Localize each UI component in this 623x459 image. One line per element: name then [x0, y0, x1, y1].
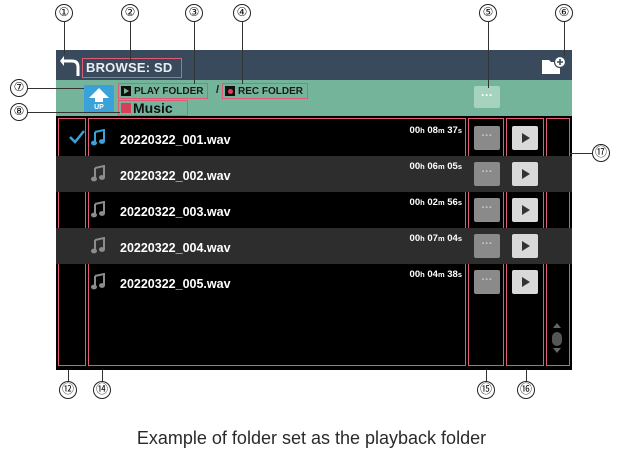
new-folder-icon[interactable] — [540, 55, 566, 77]
play-folder-tag: PLAY FOLDER — [118, 83, 209, 99]
browse-screen: BROWSE: SD UP PLAY FOLDER / REC FOLDER M… — [56, 50, 572, 370]
file-duration: 00h 06m 05s — [409, 161, 462, 172]
file-menu-button[interactable]: ··· — [474, 234, 500, 258]
callout-17: ⑰ — [592, 144, 610, 162]
file-name: 20220322_001.wav — [120, 133, 231, 147]
leader-line — [28, 112, 120, 114]
up-label: UP — [94, 104, 104, 111]
play-icon[interactable] — [512, 162, 538, 186]
browse-title: BROWSE: SD — [86, 60, 173, 75]
play-folder-icon — [121, 86, 131, 96]
folder-separator: / — [216, 84, 220, 96]
callout-16: ⑯ — [517, 381, 535, 399]
file-menu-button[interactable]: ··· — [474, 198, 500, 222]
file-menu-button[interactable]: ··· — [474, 126, 500, 150]
file-duration: 00h 07m 04s — [409, 233, 462, 244]
music-note-icon — [91, 129, 105, 146]
callout-14: ⑭ — [93, 381, 111, 399]
check-icon — [69, 130, 85, 144]
current-folder-name: Music — [133, 100, 173, 116]
table-row[interactable]: 20220322_004.wav 00h 07m 04s ··· — [56, 228, 572, 264]
leader-line — [28, 88, 84, 90]
leader-line — [242, 22, 244, 84]
table-row[interactable]: 20220322_005.wav 00h 04m 38s ··· — [56, 264, 572, 300]
leader-line — [130, 22, 132, 62]
callout-12: ⑫ — [59, 381, 77, 399]
leader-line — [64, 22, 66, 54]
callout-8: ⑧ — [10, 103, 28, 121]
callout-15: ⑮ — [477, 381, 495, 399]
file-duration: 00h 08m 37s — [409, 125, 462, 136]
leader-line — [564, 22, 566, 56]
file-name: 20220322_004.wav — [120, 241, 231, 255]
file-list: 20220322_001.wav 00h 08m 37s ··· 2022032… — [56, 116, 572, 370]
folder-icon — [121, 103, 131, 113]
callout-5: ⑤ — [479, 4, 497, 22]
play-folder-label: PLAY FOLDER — [134, 85, 204, 97]
callout-7: ⑦ — [10, 79, 28, 97]
callout-6: ⑥ — [555, 4, 573, 22]
rec-folder-label: REC FOLDER — [238, 85, 303, 97]
callout-2: ② — [121, 4, 139, 22]
title-bar: BROWSE: SD — [56, 50, 572, 80]
rec-folder-icon — [225, 86, 235, 96]
rec-folder-tag: REC FOLDER — [222, 83, 308, 99]
callout-4: ④ — [233, 4, 251, 22]
play-icon[interactable] — [512, 234, 538, 258]
leader-line — [488, 22, 490, 88]
table-row[interactable]: 20220322_002.wav 00h 06m 05s ··· — [56, 156, 572, 192]
callout-3: ③ — [185, 4, 203, 22]
file-duration: 00h 04m 38s — [409, 269, 462, 280]
back-icon[interactable] — [58, 52, 82, 78]
file-name: 20220322_003.wav — [120, 205, 231, 219]
file-duration: 00h 02m 56s — [409, 197, 462, 208]
scroll-indicator-icon[interactable] — [550, 322, 564, 354]
music-note-icon — [91, 165, 105, 182]
table-row[interactable]: 20220322_003.wav 00h 02m 56s ··· — [56, 192, 572, 228]
current-folder: Music — [118, 100, 188, 116]
table-row[interactable]: 20220322_001.wav 00h 08m 37s ··· — [56, 120, 572, 156]
play-icon[interactable] — [512, 270, 538, 294]
leader-line — [194, 22, 196, 84]
play-icon[interactable] — [512, 198, 538, 222]
up-folder-icon — [89, 88, 109, 102]
file-name: 20220322_005.wav — [120, 277, 231, 291]
file-menu-button[interactable]: ··· — [474, 270, 500, 294]
callout-1: ① — [55, 4, 73, 22]
up-button[interactable]: UP — [84, 85, 114, 113]
file-name: 20220322_002.wav — [120, 169, 231, 183]
play-icon[interactable] — [512, 126, 538, 150]
music-note-icon — [91, 237, 105, 254]
file-menu-button[interactable]: ··· — [474, 162, 500, 186]
figure-caption: Example of folder set as the playback fo… — [136, 428, 487, 448]
music-note-icon — [91, 273, 105, 290]
music-note-icon — [91, 201, 105, 218]
leader-line — [570, 153, 592, 155]
folder-menu-button[interactable]: ··· — [474, 86, 500, 108]
